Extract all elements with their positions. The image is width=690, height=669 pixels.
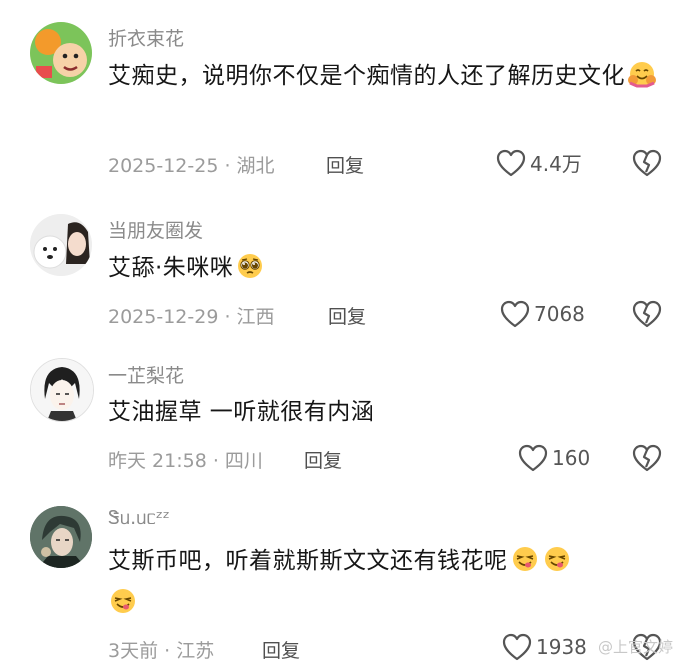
yum-face-emoji-icon: [510, 544, 540, 574]
username[interactable]: 当朋友圈发: [108, 216, 203, 243]
yum-face-emoji-icon: [542, 544, 572, 574]
yum-face-emoji-icon: [108, 586, 138, 616]
heart-icon: [502, 633, 532, 661]
reply-button[interactable]: 回复: [326, 151, 364, 178]
comment-text-content: 艾舔·朱咪咪: [108, 255, 234, 281]
avatar[interactable]: [30, 506, 92, 568]
comment-text-content: 艾油握草 一听就很有内涵: [108, 399, 375, 425]
like-count: 160: [552, 446, 591, 470]
pleading-face-emoji-icon: [235, 251, 265, 281]
anime-boy-avatar-icon: [31, 359, 93, 421]
username[interactable]: 折衣束花: [108, 24, 184, 51]
heart-icon: [496, 149, 526, 176]
avatar[interactable]: [30, 214, 92, 276]
comment-meta: 昨天 21:58 · 四川: [108, 450, 263, 472]
like-count: 7068: [534, 302, 585, 326]
dog-girl-avatar-icon: [30, 214, 92, 276]
reply-button[interactable]: 回复: [328, 302, 366, 329]
comment-meta: 2025-12-29 · 江西: [108, 306, 275, 328]
like-count: 4.4万: [530, 152, 582, 176]
like-button[interactable]: 160: [518, 444, 590, 472]
comment-text-content: 艾斯币吧，听着就斯斯文文还有钱花呢: [108, 548, 508, 574]
illustrated-man-avatar-icon: [30, 506, 92, 568]
avatar[interactable]: [30, 22, 92, 84]
heart-icon: [500, 300, 530, 328]
broken-heart-icon: [632, 149, 662, 177]
dislike-button[interactable]: [632, 299, 662, 329]
comment-text: 艾油握草 一听就很有内涵: [108, 391, 668, 433]
username[interactable]: 一芷梨花: [108, 361, 184, 388]
broken-heart-icon: [632, 300, 662, 328]
comment-text: 艾斯币吧，听着就斯斯文文还有钱花呢: [108, 540, 668, 624]
avatar[interactable]: [30, 358, 94, 422]
like-count: 1938: [536, 635, 587, 659]
like-button[interactable]: 4.4万: [496, 148, 582, 177]
comment-text-content: 艾痴史，说明你不仅是个痴情的人还了解历史文化: [108, 63, 625, 89]
reply-button[interactable]: 回复: [304, 446, 342, 473]
comment-meta: 2025-12-25 · 湖北: [108, 155, 275, 177]
dislike-button[interactable]: [632, 443, 662, 473]
watermark: @上官文婷: [598, 638, 674, 656]
hug-face-emoji-icon: [627, 59, 657, 89]
heart-icon: [518, 444, 548, 472]
comment-text: 艾舔·朱咪咪: [108, 247, 668, 289]
comment-text: 艾痴史，说明你不仅是个痴情的人还了解历史文化: [108, 55, 668, 97]
broken-heart-icon: [632, 444, 662, 472]
comment-meta: 3天前 · 江苏: [108, 640, 215, 662]
cartoon-avatar-icon: [30, 22, 92, 84]
reply-button[interactable]: 回复: [262, 636, 300, 663]
dislike-button[interactable]: [632, 148, 662, 178]
username[interactable]: Ꮥᥙ.ᥙᥴᶻᶻ: [108, 507, 170, 529]
like-button[interactable]: 7068: [500, 300, 585, 328]
like-button[interactable]: 1938: [502, 633, 587, 661]
